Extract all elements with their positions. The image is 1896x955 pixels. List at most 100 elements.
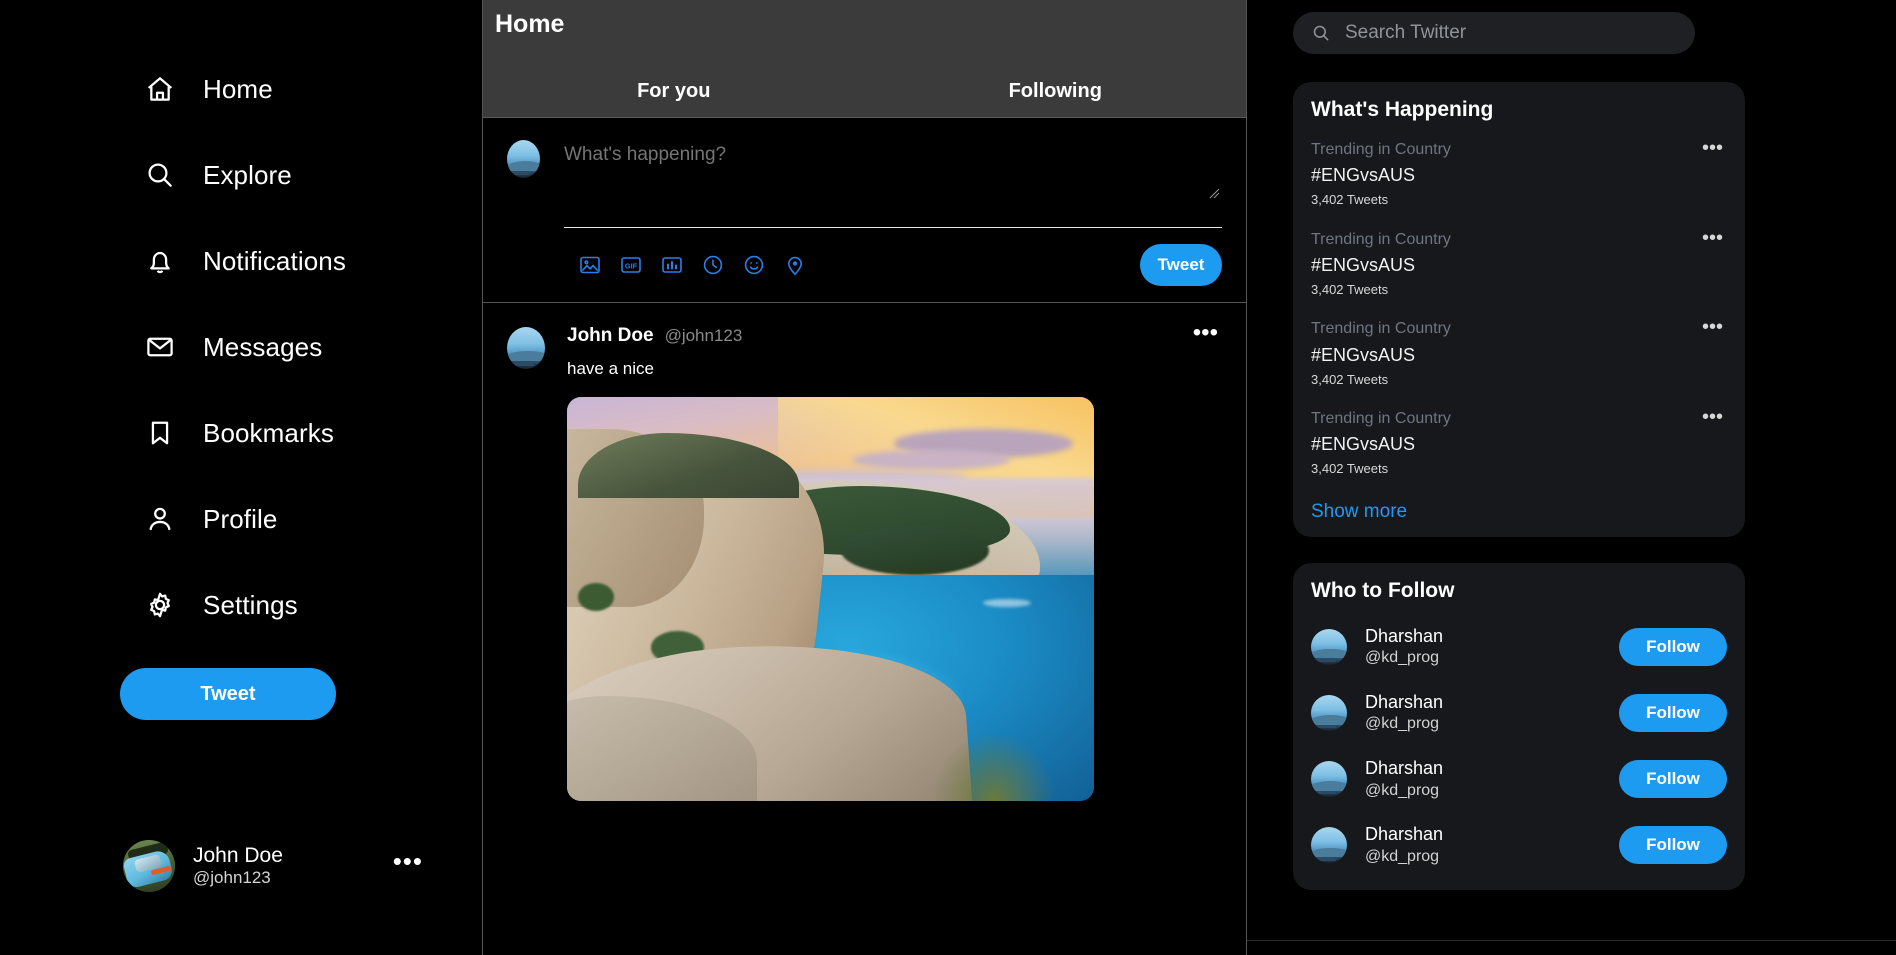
trend-item[interactable]: Trending in Country #ENGvsAUS 3,402 Twee… bbox=[1293, 399, 1745, 489]
trend-category: Trending in Country bbox=[1311, 320, 1451, 338]
timeline-header: Home For you Following bbox=[483, 0, 1246, 118]
trend-item[interactable]: Trending in Country #ENGvsAUS 3,402 Twee… bbox=[1293, 220, 1745, 310]
trend-category: Trending in Country bbox=[1311, 410, 1451, 428]
search-icon bbox=[143, 158, 177, 192]
tweet-item: John Doe @john123 ••• have a nice bbox=[483, 303, 1246, 801]
avatar bbox=[1311, 695, 1347, 732]
sidebar-item-label: Home bbox=[203, 74, 273, 104]
poll-icon[interactable] bbox=[660, 253, 684, 277]
schedule-clock-icon[interactable] bbox=[701, 253, 725, 277]
tweet-author-name: John Doe bbox=[567, 325, 654, 346]
avatar bbox=[1311, 827, 1347, 864]
timeline-tabs: For you Following bbox=[483, 74, 1246, 109]
right-sidebar: What's Happening Trending in Country #EN… bbox=[1247, 0, 1896, 955]
follow-button[interactable]: Follow bbox=[1619, 627, 1727, 666]
trend-category: Trending in Country bbox=[1311, 230, 1451, 248]
suggestion-name: Dharshan bbox=[1365, 691, 1444, 712]
follow-suggestion-row[interactable]: Dharshan @kd_prog Follow bbox=[1293, 749, 1745, 809]
compose-tweet-box: GIF bbox=[483, 118, 1246, 303]
sidebar-tweet-button[interactable]: Tweet bbox=[120, 668, 336, 720]
trend-hashtag: #ENGvsAUS bbox=[1311, 344, 1416, 365]
location-pin-icon[interactable] bbox=[783, 253, 807, 277]
avatar bbox=[1311, 761, 1347, 798]
sidebar-item-label: Explore bbox=[203, 160, 292, 190]
trend-hashtag: #ENGvsAUS bbox=[1311, 434, 1416, 455]
trend-more-icon[interactable]: ••• bbox=[1702, 228, 1723, 248]
suggestion-handle: @kd_prog bbox=[1365, 715, 1440, 733]
trend-tweet-count: 3,402 Tweets bbox=[1311, 192, 1389, 208]
sidebar-item-bookmarks[interactable]: Bookmarks bbox=[0, 390, 482, 476]
show-more-link[interactable]: Show more bbox=[1293, 489, 1745, 523]
sidebar-item-settings[interactable]: Settings bbox=[0, 562, 482, 648]
search-bar[interactable] bbox=[1293, 12, 1695, 54]
follow-button[interactable]: Follow bbox=[1619, 694, 1727, 733]
search-icon bbox=[1311, 23, 1331, 43]
twitter-clone-app: Home Explore Notifications Messages Book… bbox=[0, 0, 1896, 955]
image-icon[interactable] bbox=[578, 253, 602, 277]
primary-nav: Home Explore Notifications Messages Book… bbox=[0, 46, 482, 648]
follow-button[interactable]: Follow bbox=[1619, 760, 1727, 799]
card-title: Who to Follow bbox=[1311, 578, 1455, 602]
avatar bbox=[123, 840, 175, 892]
search-input[interactable] bbox=[1345, 22, 1677, 44]
suggestion-name: Dharshan bbox=[1365, 625, 1444, 646]
trend-hashtag: #ENGvsAUS bbox=[1311, 165, 1416, 186]
trend-tweet-count: 3,402 Tweets bbox=[1311, 461, 1389, 477]
account-handle: @john123 bbox=[193, 868, 271, 888]
suggestion-name: Dharshan bbox=[1365, 824, 1444, 845]
tweet-text: have a nice bbox=[567, 359, 654, 378]
follow-suggestion-row[interactable]: Dharshan @kd_prog Follow bbox=[1293, 683, 1745, 743]
compose-tweet-button[interactable]: Tweet bbox=[1140, 244, 1222, 286]
sidebar-item-label: Settings bbox=[203, 590, 298, 620]
trend-item[interactable]: Trending in Country #ENGvsAUS 3,402 Twee… bbox=[1293, 130, 1745, 220]
sidebar-item-home[interactable]: Home bbox=[0, 46, 482, 132]
tab-following[interactable]: Following bbox=[865, 74, 1247, 109]
avatar bbox=[507, 327, 545, 369]
compose-input-wrapper bbox=[564, 136, 1222, 228]
left-sidebar: Home Explore Notifications Messages Book… bbox=[0, 0, 482, 955]
suggestion-handle: @kd_prog bbox=[1365, 649, 1440, 667]
sidebar-item-label: Messages bbox=[203, 332, 323, 362]
follow-suggestion-row[interactable]: Dharshan @kd_prog Follow bbox=[1293, 815, 1745, 875]
follow-suggestion-row[interactable]: Dharshan @kd_prog Follow bbox=[1293, 617, 1745, 677]
sidebar-item-label: Notifications bbox=[203, 246, 346, 276]
whats-happening-card: What's Happening Trending in Country #EN… bbox=[1293, 82, 1745, 537]
tweet-author-handle: @john123 bbox=[664, 326, 743, 345]
suggestion-handle: @kd_prog bbox=[1365, 847, 1440, 865]
trend-category: Trending in Country bbox=[1311, 141, 1451, 158]
envelope-icon bbox=[143, 330, 177, 364]
sidebar-item-messages[interactable]: Messages bbox=[0, 304, 482, 390]
avatar bbox=[1311, 628, 1347, 665]
gif-icon[interactable]: GIF bbox=[619, 253, 643, 277]
sidebar-item-label: Profile bbox=[203, 504, 278, 534]
svg-text:GIF: GIF bbox=[625, 261, 638, 270]
trend-hashtag: #ENGvsAUS bbox=[1311, 254, 1416, 275]
trend-tweet-count: 3,402 Tweets bbox=[1311, 371, 1389, 387]
trend-tweet-count: 3,402 Tweets bbox=[1311, 281, 1389, 297]
account-switcher[interactable]: John Doe @john123 ••• bbox=[123, 840, 423, 892]
sidebar-item-profile[interactable]: Profile bbox=[0, 476, 482, 562]
suggestion-handle: @kd_prog bbox=[1365, 781, 1440, 799]
tab-for-you[interactable]: For you bbox=[483, 74, 865, 109]
compose-textarea[interactable] bbox=[564, 136, 1222, 166]
suggestion-name: Dharshan bbox=[1365, 758, 1444, 779]
home-icon bbox=[143, 72, 177, 106]
trend-item[interactable]: Trending in Country #ENGvsAUS 3,402 Twee… bbox=[1293, 309, 1745, 399]
avatar bbox=[507, 140, 540, 178]
trend-more-icon[interactable]: ••• bbox=[1702, 407, 1723, 427]
emoji-icon[interactable] bbox=[742, 253, 766, 277]
trend-more-icon[interactable]: ••• bbox=[1702, 317, 1723, 337]
resize-grip-icon[interactable] bbox=[1208, 187, 1220, 199]
tweet-media-image[interactable] bbox=[567, 397, 1094, 801]
follow-button[interactable]: Follow bbox=[1619, 826, 1727, 865]
sidebar-item-explore[interactable]: Explore bbox=[0, 132, 482, 218]
sidebar-item-label: Bookmarks bbox=[203, 418, 334, 448]
sidebar-item-notifications[interactable]: Notifications bbox=[0, 218, 482, 304]
account-name: John Doe bbox=[193, 844, 283, 868]
tweet-more-icon[interactable]: ••• bbox=[1193, 321, 1218, 345]
trend-more-icon[interactable]: ••• bbox=[1702, 138, 1723, 158]
main-timeline-column: Home For you Following What's happening?… bbox=[482, 0, 1247, 955]
bell-icon bbox=[143, 244, 177, 278]
account-more-icon[interactable]: ••• bbox=[393, 848, 423, 876]
bookmark-icon bbox=[143, 416, 177, 450]
